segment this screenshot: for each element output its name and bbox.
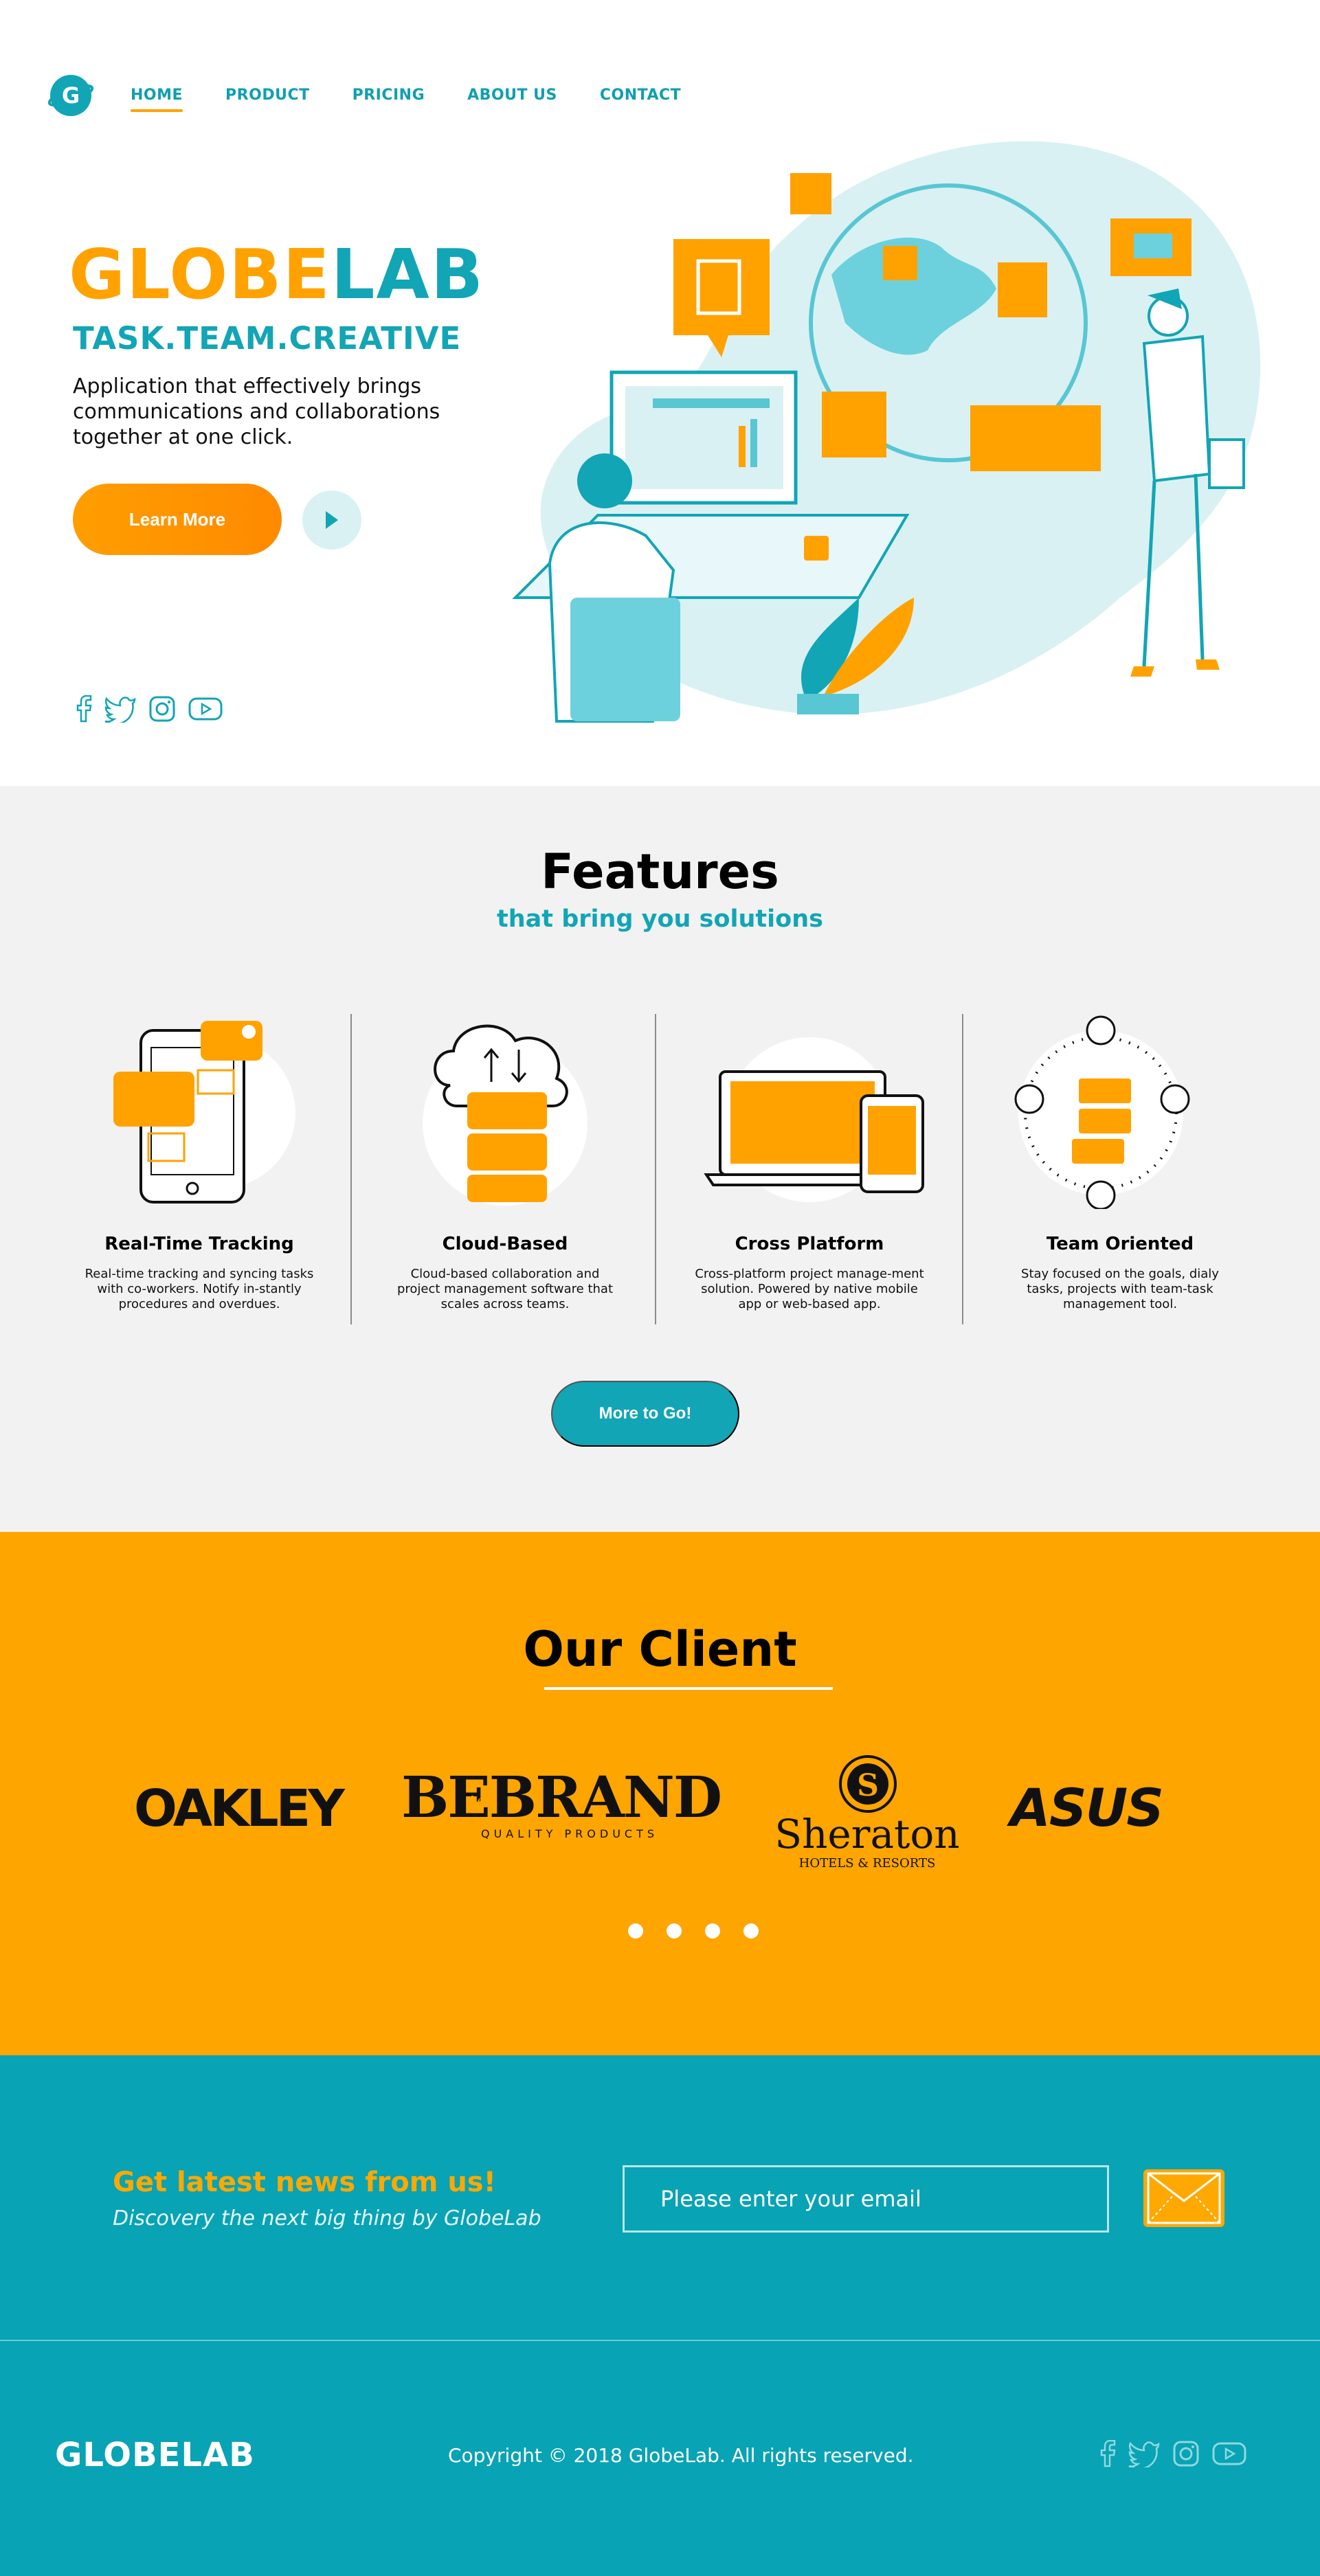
carousel-dot[interactable] bbox=[628, 1923, 643, 1939]
twitter-icon[interactable] bbox=[104, 695, 136, 723]
nav-home[interactable]: HOME bbox=[131, 87, 183, 112]
twitter-icon[interactable] bbox=[1128, 2440, 1160, 2467]
subscribe-button[interactable] bbox=[1143, 2169, 1224, 2227]
youtube-icon[interactable] bbox=[1212, 2440, 1246, 2467]
carousel-dot[interactable] bbox=[667, 1923, 682, 1939]
feature-title: Team Oriented bbox=[1046, 1234, 1194, 1254]
devices-icon bbox=[704, 1037, 924, 1202]
feature-text: Cross-platform project manage-ment solut… bbox=[695, 1267, 924, 1311]
bebrand-wordmark: BEBRAND bbox=[401, 1765, 721, 1831]
client-logo-oakley[interactable]: OAKLEY bbox=[134, 1779, 348, 1838]
sheraton-subtitle: HOTELS & RESORTS bbox=[799, 1856, 936, 1871]
svg-text:G: G bbox=[62, 82, 80, 109]
nav-pricing[interactable]: PRICING bbox=[353, 87, 425, 104]
email-input[interactable] bbox=[659, 2185, 1074, 2213]
feature-title: Cross Platform bbox=[735, 1234, 884, 1254]
hero-title-lab: LAB bbox=[331, 234, 485, 315]
facebook-icon[interactable] bbox=[1099, 2440, 1116, 2467]
cloud-server-icon bbox=[423, 1024, 588, 1206]
feature-divider bbox=[655, 1014, 656, 1324]
youtube-icon[interactable] bbox=[188, 695, 223, 723]
newsletter-footer-section bbox=[0, 2055, 1320, 2576]
client-logo-asus[interactable]: ASUS bbox=[1007, 1777, 1164, 1838]
feature-text: Cloud-based collaboration and project ma… bbox=[396, 1267, 614, 1311]
footer-logo[interactable]: GLOBELAB bbox=[55, 2436, 255, 2474]
hero-social-links bbox=[76, 695, 223, 723]
feature-divider bbox=[350, 1014, 352, 1324]
newsletter-title: Get latest news from us! bbox=[113, 2167, 496, 2198]
client-logo-bebrand[interactable]: BEBRAND the QUALITY PRODUCTS bbox=[401, 1765, 722, 1840]
feature-text: Real-time tracking and syncing tasks wit… bbox=[85, 1267, 314, 1311]
nav-product[interactable]: PRODUCT bbox=[225, 87, 310, 104]
feature-title: Cloud-Based bbox=[442, 1234, 568, 1254]
footer-social-links bbox=[1099, 2440, 1246, 2467]
newsletter-subtitle: Discovery the next big thing by GlobeLab bbox=[113, 2206, 541, 2230]
facebook-icon[interactable] bbox=[76, 695, 92, 723]
feature-text: Stay focused on the goals, dialy tasks, … bbox=[1021, 1267, 1219, 1311]
client-logos: OAKLEY BEBRAND the QUALITY PRODUCTS S Sh… bbox=[134, 1755, 1164, 1871]
play-icon bbox=[326, 511, 338, 529]
feature-divider bbox=[962, 1014, 963, 1324]
bebrand-small-text: the bbox=[466, 1794, 484, 1807]
instagram-icon[interactable] bbox=[148, 695, 176, 723]
client-logo-sheraton[interactable]: S Sheraton HOTELS & RESORTS bbox=[774, 1755, 960, 1871]
carousel-dot[interactable] bbox=[705, 1923, 720, 1939]
hero-title-globe: GLOBE bbox=[69, 234, 331, 315]
clients-title-underline bbox=[544, 1687, 833, 1690]
hero-illustration bbox=[512, 141, 1261, 723]
email-field-wrapper bbox=[623, 2165, 1109, 2233]
instagram-icon[interactable] bbox=[1172, 2440, 1200, 2467]
team-icon bbox=[1014, 1015, 1190, 1210]
client-carousel-dots bbox=[628, 1923, 759, 1939]
nav-contact[interactable]: CONTACT bbox=[600, 87, 681, 104]
copyright-text: Copyright © 2018 GlobeLab. All rights re… bbox=[448, 2444, 914, 2467]
sheraton-wordmark: Sheraton bbox=[774, 1811, 959, 1857]
hero-title: GLOBELAB bbox=[69, 240, 484, 309]
footer-divider bbox=[0, 2340, 1320, 2341]
learn-more-button[interactable]: Learn More bbox=[73, 484, 282, 555]
feature-title: Real-Time Tracking bbox=[104, 1234, 294, 1254]
phone-notification-icon bbox=[113, 1021, 295, 1204]
play-button[interactable] bbox=[302, 490, 361, 550]
nav-about-us[interactable]: ABOUT US bbox=[467, 87, 557, 104]
sheraton-emblem-letter: S bbox=[857, 1768, 879, 1803]
envelope-icon bbox=[1147, 2172, 1221, 2224]
carousel-dot[interactable] bbox=[743, 1923, 759, 1939]
bebrand-subtitle: QUALITY PRODUCTS bbox=[481, 1827, 658, 1840]
hero-description: Application that effectively brings comm… bbox=[73, 374, 440, 449]
hero-tagline: TASK.TEAM.CREATIVE bbox=[73, 320, 462, 357]
features-title: Features bbox=[541, 844, 779, 900]
feature-cross-platform: Cross Platform Cross-platform project ma… bbox=[658, 1010, 961, 1312]
logo-icon[interactable]: G bbox=[45, 71, 96, 120]
features-subtitle: that bring you solutions bbox=[497, 905, 823, 933]
more-to-go-button[interactable]: More to Go! bbox=[551, 1381, 739, 1447]
feature-cloud-based: Cloud-Based Cloud-based collaboration an… bbox=[354, 1010, 656, 1312]
main-nav: HOME PRODUCT PRICING ABOUT US CONTACT bbox=[131, 87, 724, 112]
feature-team-oriented: Team Oriented Stay focused on the goals,… bbox=[969, 1010, 1271, 1312]
feature-real-time-tracking: Real-Time Tracking Real-time tracking an… bbox=[48, 1010, 350, 1312]
clients-title: Our Client bbox=[523, 1621, 797, 1677]
